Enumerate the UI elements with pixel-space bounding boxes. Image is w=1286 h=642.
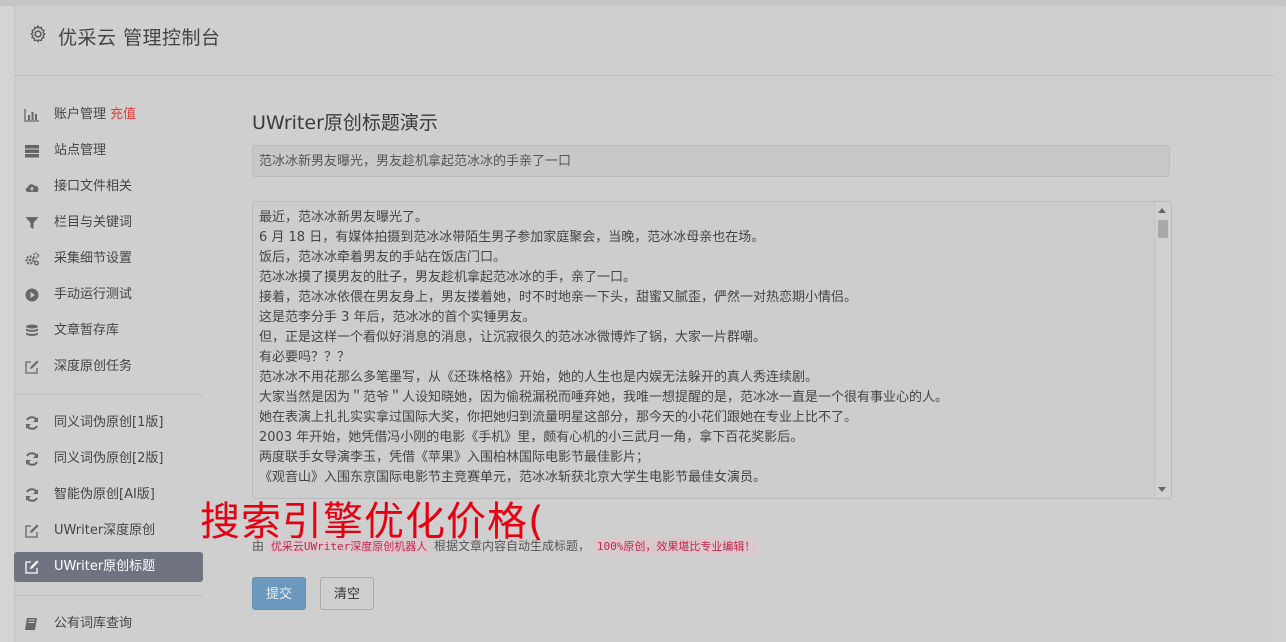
bar-chart-icon <box>24 109 39 122</box>
edit-icon <box>25 560 39 574</box>
play-circle-icon <box>25 288 39 302</box>
content-line: 最近，范冰冰新男友曝光了。 <box>259 210 429 225</box>
sidebar-item-manual-test[interactable]: 手动运行测试 <box>14 280 203 310</box>
note-highlight: 100%原创，效果堪比专业编辑！ <box>593 538 759 555</box>
submit-button[interactable]: 提交 <box>252 577 306 610</box>
content-line: 2003 年开始，她凭借冯小刚的电影《手机》里，颇有心机的小三武月一角，拿下百花… <box>259 430 804 445</box>
sidebar-item-columns-keywords[interactable]: 栏目与关键词 <box>14 208 203 238</box>
content-line: 范冰冰不用花那么多笔墨写，从《还珠格格》开始，她的人生也是内娱无法躲开的真人秀连… <box>259 370 819 385</box>
sidebar-item-label: 站点管理 <box>54 143 107 158</box>
sidebar-divider <box>14 394 203 395</box>
edit-icon <box>25 524 39 538</box>
page-right-edge <box>1273 6 1286 642</box>
header: 优采云 管理控制台 <box>15 6 1274 76</box>
sidebar-item-uwriter-deep[interactable]: UWriter深度原创 <box>14 516 203 546</box>
sidebar-item-account[interactable]: 账户管理 充值 <box>14 100 203 130</box>
sidebar-item-collect-settings[interactable]: 采集细节设置 <box>14 244 203 274</box>
content-line: 她在表演上扎扎实实拿过国际大奖，你把她归到流量明星这部分，那今天的小花们跟她在专… <box>259 410 858 425</box>
server-icon <box>25 145 39 158</box>
filter-icon <box>25 217 39 229</box>
title-input[interactable]: 范冰冰新男友曝光，男友趁机拿起范冰冰的手亲了一口 <box>252 145 1170 177</box>
database-icon <box>26 324 38 336</box>
sidebar-item-label: 深度原创任务 <box>54 359 133 374</box>
sidebar-item-synonym-v2[interactable]: 同义词伪原创[2版] <box>14 444 203 474</box>
content-line: 范冰冰摸了摸男友的肚子，男友趁机拿起范冰冰的手，亲了一口。 <box>259 270 637 285</box>
generation-note: 由 优采云UWriter深度原创机器人 根据文章内容自动生成标题， 100%原创… <box>252 537 759 555</box>
sidebar-item-sites[interactable]: 站点管理 <box>14 136 203 166</box>
sidebar-item-label: 文章暂存库 <box>54 323 120 338</box>
sidebar-item-label: 公有词库查询 <box>54 616 133 631</box>
sidebar-item-interface-files[interactable]: 接口文件相关 <box>14 172 203 202</box>
sidebar-item-label: UWriter原创标题 <box>54 559 156 574</box>
sidebar-item-label: 栏目与关键词 <box>54 215 133 230</box>
content-textarea[interactable]: 最近，范冰冰新男友曝光了。 6 月 18 日，有媒体拍摄到范冰冰带陌生男子参加家… <box>252 201 1172 499</box>
textarea-scrollbar[interactable] <box>1154 202 1171 498</box>
edit-icon <box>25 360 39 374</box>
content-line: 饭后，范冰冰牵着男友的手站在饭店门口。 <box>259 250 507 265</box>
content-text: 最近，范冰冰新男友曝光了。 6 月 18 日，有媒体拍摄到范冰冰带陌生男子参加家… <box>259 208 1149 488</box>
sidebar-item-label: UWriter深度原创 <box>54 523 156 538</box>
scrollbar-thumb[interactable] <box>1158 220 1168 238</box>
scroll-up-arrow-icon[interactable] <box>1158 208 1166 213</box>
content-line: 6 月 18 日，有媒体拍摄到范冰冰带陌生男子参加家庭聚会，当晚，范冰冰母亲也在… <box>259 230 765 245</box>
sidebar-item-synonym-v1[interactable]: 同义词伪原创[1版] <box>14 408 203 438</box>
refresh-icon <box>26 416 38 430</box>
clear-button[interactable]: 清空 <box>320 577 374 610</box>
note-robot-name: 优采云UWriter深度原创机器人 <box>267 538 431 555</box>
refresh-icon <box>26 488 38 502</box>
content-line: 两度联手女导演李玉，凭借《苹果》入围柏林国际电影节最佳影片； <box>259 450 650 465</box>
content-line: 这是范李分手 3 年后，范冰冰的首个实锤男友。 <box>259 310 536 325</box>
content-line: 大家当然是因为＂范爷＂人设知晓她，因为偷税漏税而唾弃她，我唯一想提醒的是，范冰冰… <box>259 390 949 405</box>
sidebar-item-label: 账户管理 <box>54 107 107 122</box>
scroll-down-arrow-icon[interactable] <box>1158 487 1166 492</box>
recharge-badge[interactable]: 充值 <box>110 107 136 122</box>
refresh-icon <box>26 452 38 466</box>
sidebar-item-label: 采集细节设置 <box>54 251 133 266</box>
content-line: 有必要吗？？？ <box>259 350 351 365</box>
page-title: UWriter原创标题演示 <box>252 112 438 134</box>
content-line: 《观音山》入围东京国际电影节主竞赛单元，范冰冰斩获北京大学生电影节最佳女演员。 <box>259 470 767 485</box>
sidebar-item-label: 同义词伪原创[1版] <box>54 415 164 430</box>
sidebar-item-label: 接口文件相关 <box>54 179 133 194</box>
content-line: 接着，范冰冰依偎在男友身上，男友搂着她，时不时地亲一下头，甜蜜又腻歪，俨然一对热… <box>259 290 858 305</box>
sidebar-item-uwriter-title[interactable]: UWriter原创标题 <box>14 552 203 582</box>
note-middle: 根据文章内容自动生成标题， <box>434 539 591 553</box>
sidebar-item-label: 同义词伪原创[2版] <box>54 451 164 466</box>
sidebar-item-label: 手动运行测试 <box>54 287 133 302</box>
sidebar-divider <box>14 595 203 596</box>
app-title: 优采云 管理控制台 <box>58 27 221 49</box>
gear-icon <box>30 25 46 43</box>
sidebar-item-public-lexicon[interactable]: 公有词库查询 <box>14 609 203 639</box>
sidebar-item-deep-original-task[interactable]: 深度原创任务 <box>14 352 203 382</box>
book-icon <box>25 618 37 630</box>
cogs-icon <box>25 252 40 266</box>
cloud-upload-icon <box>25 184 39 192</box>
sidebar-item-article-store[interactable]: 文章暂存库 <box>14 316 203 346</box>
sidebar-item-ai-rewrite[interactable]: 智能伪原创[AI版] <box>14 480 203 510</box>
content-line: 但，正是这样一个看似好消息的消息，让沉寂很久的范冰冰微博炸了锅，大家一片群嘲。 <box>259 330 767 345</box>
note-prefix: 由 <box>252 539 265 553</box>
sidebar-item-label: 智能伪原创[AI版] <box>54 487 155 502</box>
